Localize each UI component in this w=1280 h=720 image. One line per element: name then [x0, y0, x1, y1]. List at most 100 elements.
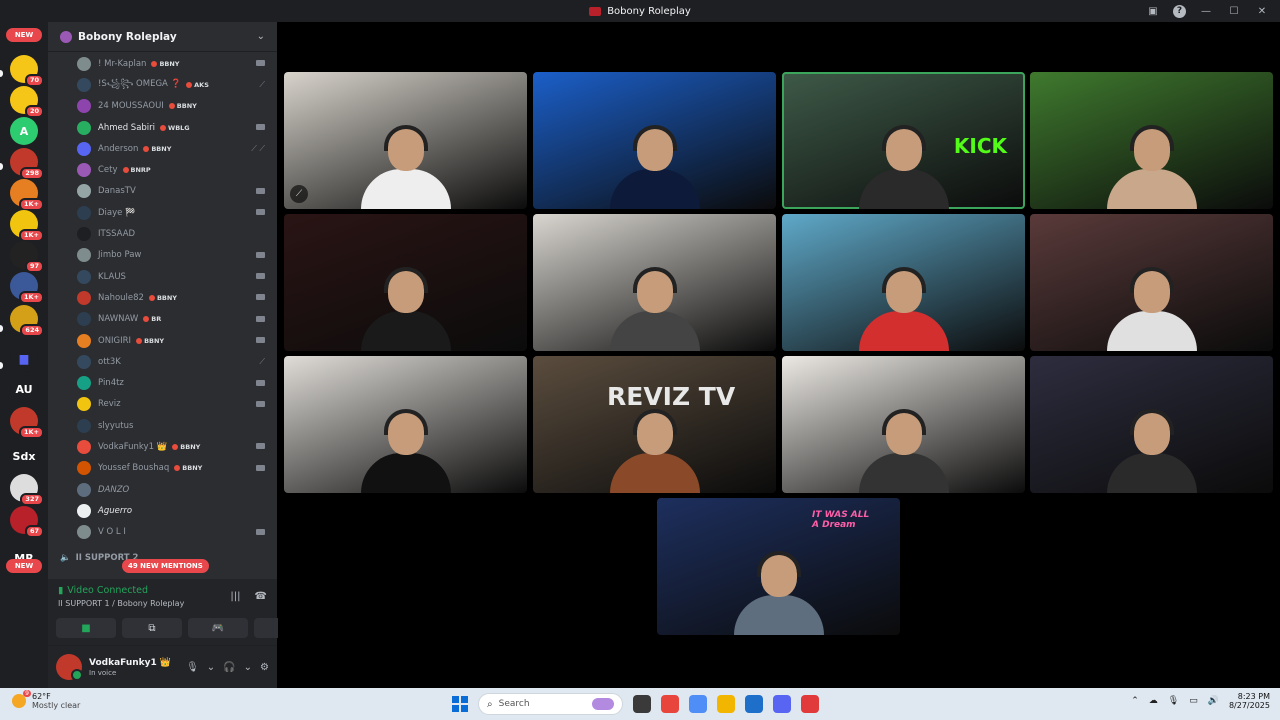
server-icon[interactable]: Sdx: [10, 442, 38, 470]
video-tile[interactable]: [1030, 214, 1273, 351]
screen-share-button[interactable]: ⧉: [122, 618, 182, 638]
server-header[interactable]: Bobony Roleplay ⌄: [48, 22, 277, 52]
voice-member-row[interactable]: Aguerro: [48, 500, 277, 521]
server-icon[interactable]: 67: [10, 506, 44, 538]
voice-member-row[interactable]: Cety BNRP: [48, 159, 277, 180]
member-name: ott3K: [98, 356, 121, 367]
voice-member-row[interactable]: VodkaFunky1 👑 BBNY: [48, 436, 277, 457]
video-tile[interactable]: [1030, 356, 1273, 493]
video-tile[interactable]: ⟋: [284, 72, 527, 209]
member-name: Anderson: [98, 143, 139, 154]
inbox-icon[interactable]: ▣: [1145, 3, 1161, 19]
video-tile[interactable]: [284, 214, 527, 351]
member-name: Ahmed Sabiri: [98, 122, 156, 133]
video-tile[interactable]: [533, 214, 776, 351]
video-tile[interactable]: [284, 356, 527, 493]
video-tile[interactable]: [1030, 72, 1273, 209]
system-clock[interactable]: 8:23 PM 8/27/2025: [1229, 692, 1270, 710]
noise-suppression-icon[interactable]: |||: [230, 591, 240, 602]
server-icon[interactable]: 624: [10, 305, 44, 337]
taskbar-app-icon[interactable]: [661, 695, 679, 713]
member-name: NAWNAW: [98, 314, 139, 325]
server-icon[interactable]: 327: [10, 474, 44, 506]
server-icon[interactable]: 1K+: [10, 179, 44, 211]
chevron-down-icon[interactable]: ⌄: [207, 662, 215, 673]
taskbar-search[interactable]: ⌕ Search: [478, 693, 623, 715]
avatar: [77, 397, 91, 412]
taskbar-app-icon[interactable]: [689, 695, 707, 713]
new-unreads-pill[interactable]: NEW: [6, 28, 42, 42]
mention-badge: 624: [20, 324, 44, 337]
disconnect-icon[interactable]: ☎: [255, 591, 267, 602]
camera-icon: [256, 379, 265, 388]
voice-status-text: Video Connected: [67, 585, 149, 596]
voice-member-row[interactable]: slyyutus: [48, 415, 277, 436]
voice-member-row[interactable]: Nahoule82 BBNY: [48, 287, 277, 308]
maximize-button[interactable]: ☐: [1226, 3, 1242, 19]
taskbar-app-icon[interactable]: [633, 695, 651, 713]
server-icon[interactable]: 70: [10, 55, 44, 87]
chevron-down-icon[interactable]: ⌄: [244, 662, 252, 673]
taskbar-app-icon[interactable]: [801, 695, 819, 713]
taskbar-app-icon[interactable]: [745, 695, 763, 713]
microphone-icon[interactable]: 🎙: [1168, 696, 1179, 706]
voice-member-row[interactable]: Reviz: [48, 394, 277, 415]
voice-member-row[interactable]: DanasTV: [48, 181, 277, 202]
avatar[interactable]: [56, 654, 83, 681]
server-icon[interactable]: AU: [10, 375, 38, 403]
chevron-up-icon[interactable]: ⌃: [1131, 696, 1139, 706]
server-icon[interactable]: 298: [10, 148, 44, 180]
server-icon[interactable]: 1K+: [10, 407, 44, 439]
voice-member-row[interactable]: NAWNAW BR: [48, 309, 277, 330]
user-name[interactable]: VodkaFunky1 👑: [89, 658, 186, 668]
server-icon[interactable]: A: [10, 117, 38, 145]
taskbar-app-icon[interactable]: [717, 695, 735, 713]
server-icon[interactable]: 97: [10, 241, 44, 273]
taskbar-app-icon[interactable]: [773, 695, 791, 713]
voice-member-row[interactable]: Youssef Boushaq BBNY: [48, 458, 277, 479]
voice-member-row[interactable]: !S꧁꧂ OMEGA ❓ AKS ⟋: [48, 74, 277, 95]
voice-member-row[interactable]: Pin4tz: [48, 372, 277, 393]
volume-icon[interactable]: 🔊: [1208, 696, 1219, 706]
voice-member-row[interactable]: Ahmed Sabiri WBLG: [48, 117, 277, 138]
video-tile[interactable]: [533, 72, 776, 209]
voice-member-row[interactable]: ONIGIRI BBNY: [48, 330, 277, 351]
video-tile[interactable]: [782, 356, 1025, 493]
activities-button[interactable]: 🎮: [188, 618, 248, 638]
voice-member-row[interactable]: Jimbo Paw: [48, 245, 277, 266]
weather-widget[interactable]: 9 62°F Mostly clear: [12, 690, 80, 710]
video-tile[interactable]: IT WAS ALL A Dream: [657, 498, 900, 635]
chevron-down-icon[interactable]: ⌄: [257, 31, 265, 42]
server-icon[interactable]: ▆: [10, 344, 38, 372]
voice-member-row[interactable]: ott3K ⟋: [48, 351, 277, 372]
voice-member-row[interactable]: Diaye 🏁: [48, 202, 277, 223]
help-icon[interactable]: ?: [1173, 4, 1186, 18]
close-button[interactable]: ✕: [1254, 3, 1270, 19]
mention-badge: 67: [24, 525, 44, 538]
server-icon[interactable]: 20: [10, 86, 44, 118]
video-tile[interactable]: [782, 214, 1025, 351]
start-button[interactable]: [452, 696, 468, 712]
voice-member-row[interactable]: 24 MOUSSAOUI BBNY: [48, 96, 277, 117]
server-icon[interactable]: 1K+: [10, 272, 44, 304]
clock-date: 8/27/2025: [1228, 701, 1270, 710]
cloud-icon[interactable]: ☁: [1149, 696, 1158, 706]
microphone-icon[interactable]: 🎙: [186, 662, 199, 673]
voice-member-row[interactable]: ! Mr-Kaplan BBNY: [48, 53, 277, 74]
camera-button[interactable]: ■: [56, 618, 116, 638]
voice-member-row[interactable]: V O L I: [48, 522, 277, 543]
voice-member-row[interactable]: Anderson BBNY ⟋ ⟋: [48, 138, 277, 159]
guild-tag-icon: [168, 103, 175, 110]
voice-member-row[interactable]: KLAUS: [48, 266, 277, 287]
display-icon[interactable]: ▭: [1189, 696, 1198, 706]
headphones-icon[interactable]: 🎧: [223, 662, 235, 673]
video-tile[interactable]: REVIZ TV: [533, 356, 776, 493]
server-icon[interactable]: 1K+: [10, 210, 44, 242]
new-unreads-pill[interactable]: NEW: [6, 559, 42, 573]
new-mentions-pill[interactable]: 49 NEW MENTIONS: [122, 559, 209, 573]
voice-member-row[interactable]: DANZO: [48, 479, 277, 500]
minimize-button[interactable]: —: [1198, 3, 1214, 19]
video-tile[interactable]: KICK: [782, 72, 1025, 209]
gear-icon[interactable]: ⚙: [260, 662, 269, 673]
voice-member-row[interactable]: ITSSAAD: [48, 223, 277, 244]
